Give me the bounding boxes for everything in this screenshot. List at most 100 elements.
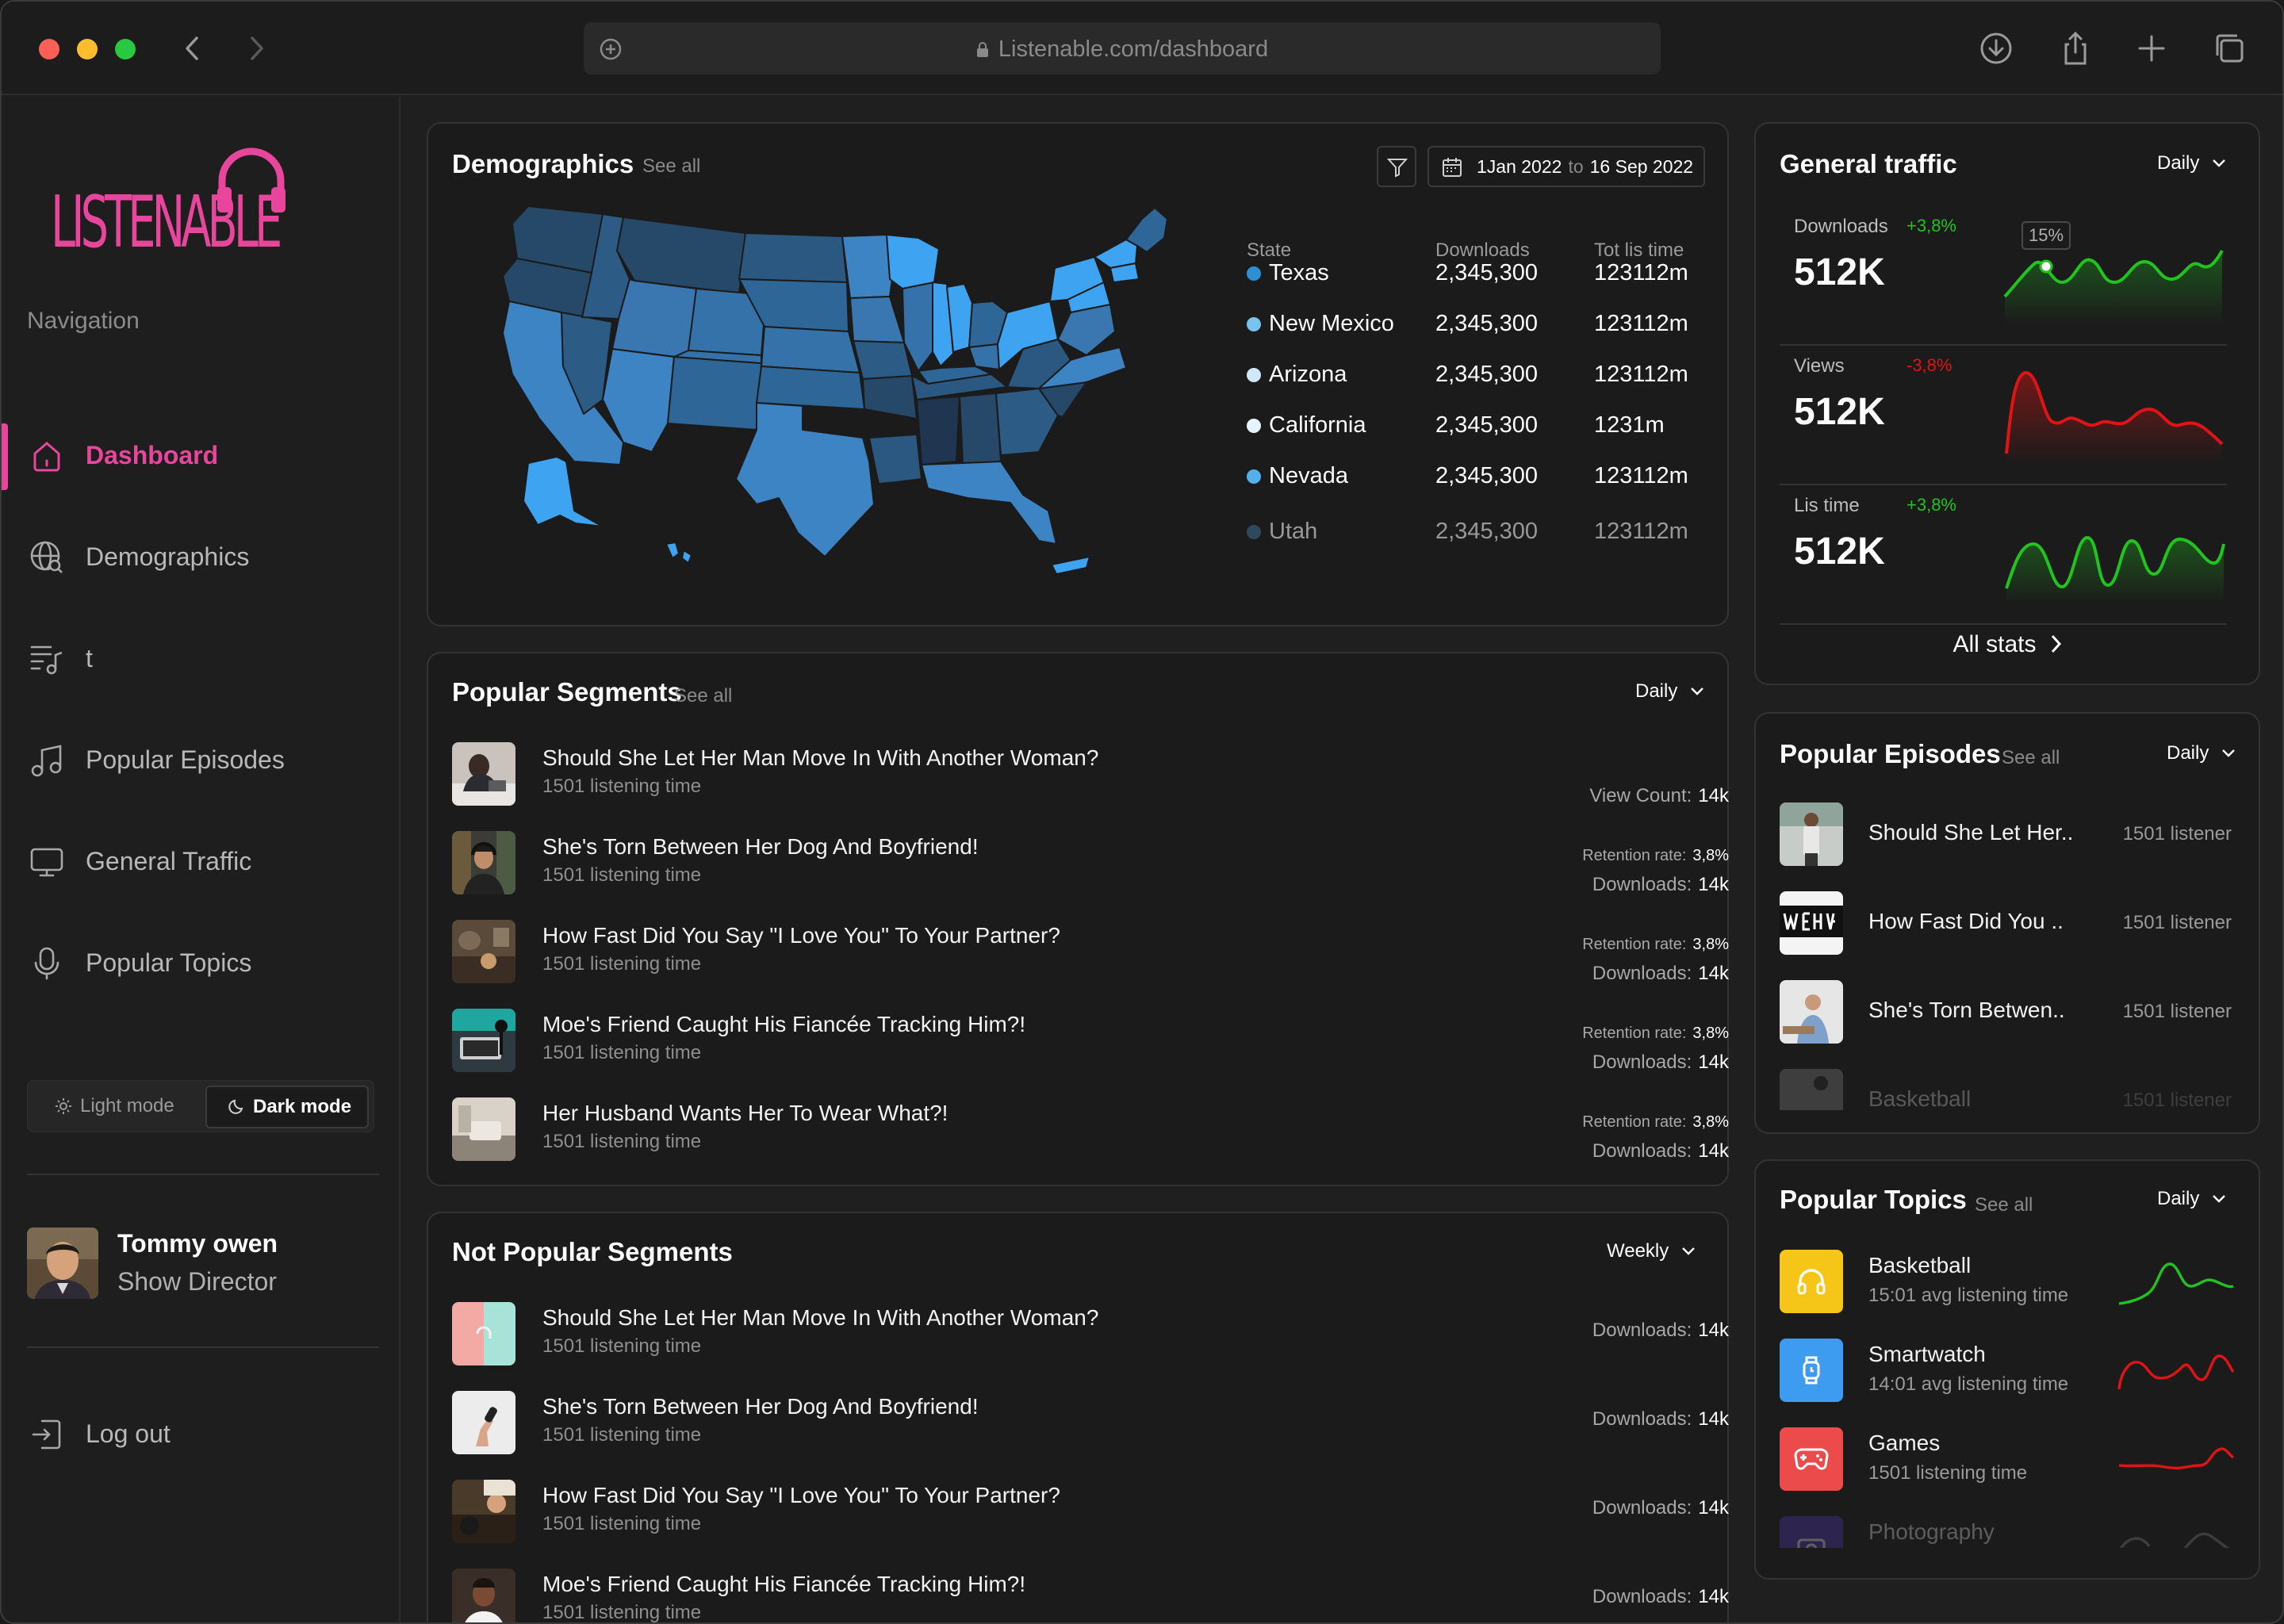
logout-button[interactable]: Log out (27, 1413, 360, 1461)
see-all-link[interactable]: See all (1975, 1194, 2033, 1216)
see-all-link[interactable]: See all (674, 685, 732, 707)
table-row[interactable]: New Mexico 2,345,300 123112m (428, 311, 1727, 362)
headphones-icon (1797, 1269, 1826, 1295)
segment-listening-time: 1501 listening time (542, 1424, 702, 1446)
avatar[interactable] (27, 1228, 98, 1299)
globe-search-icon (30, 541, 63, 573)
nav-item-demographics[interactable]: Demographics (2, 519, 400, 595)
stat-label: Retention rate: (1582, 1113, 1687, 1131)
segment-item[interactable]: Should She Let Her Man Move In With Anot… (452, 742, 1729, 825)
light-mode-label: Light mode (80, 1095, 174, 1116)
segment-item[interactable]: Moe's Friend Caught His Fiancée Tracking… (452, 1568, 1729, 1622)
kpi-views[interactable]: Views -3,8% 512K (1780, 346, 2227, 485)
divider (27, 1174, 379, 1175)
nav-item-popular-topics[interactable]: Popular Topics (2, 925, 400, 1001)
nav-item-popular-episodes[interactable]: Popular Episodes (2, 722, 400, 798)
stat-value: 3,8% (1692, 847, 1729, 864)
kpi-downloads[interactable]: Downloads +3,8% 512K 15% (1780, 206, 2227, 346)
all-stats-label: All stats (1953, 631, 2037, 657)
segment-listening-time: 1501 listening time (542, 1335, 702, 1357)
share-icon[interactable] (2057, 30, 2094, 67)
music-note-icon (31, 745, 62, 777)
address-bar[interactable]: Listenable.com/dashboard (584, 22, 1661, 75)
segment-item[interactable]: Her Husband Wants Her To Wear What?! 150… (452, 1097, 1729, 1180)
card-title: Popular Topics (1780, 1185, 1967, 1214)
segment-thumbnail (452, 1097, 515, 1161)
light-mode-button[interactable]: Light mode (34, 1086, 209, 1127)
all-stats-link[interactable]: All stats (1756, 631, 2259, 658)
table-row[interactable]: Nevada 2,345,300 123112m (428, 463, 1727, 514)
segment-item[interactable]: She's Torn Between Her Dog And Boyfriend… (452, 1391, 1729, 1473)
nav-item-label: Popular Topics (86, 948, 252, 977)
back-icon[interactable] (174, 30, 211, 67)
state-cell: Arizona (1247, 362, 1347, 388)
topic-item[interactable]: Basketball 15:01 avg listening time (1780, 1250, 2235, 1321)
segment-stat: View Count: 14k (1589, 785, 1729, 807)
tooltip-value: 15% (2029, 225, 2064, 245)
stat-label: Downloads: (1592, 1408, 1692, 1430)
minimize-window-button[interactable] (77, 39, 98, 59)
kpi-label: Lis time (1794, 495, 1860, 516)
dark-mode-label: Dark mode (253, 1096, 352, 1117)
segment-stat: Downloads: 14k (1592, 874, 1729, 896)
state-color-dot (1247, 418, 1261, 433)
nav-item-label: Demographics (86, 542, 250, 571)
nav-item-dashboard[interactable]: Dashboard (2, 417, 400, 493)
segment-thumbnail (452, 742, 515, 806)
topic-icon-tile (1780, 1339, 1843, 1402)
topic-title: Smartwatch (1868, 1342, 1986, 1366)
segment-item[interactable]: How Fast Did You Say "I Love You" To You… (452, 920, 1729, 1002)
topic-item[interactable]: Games 1501 listening time (1780, 1427, 2235, 1499)
stat-label: Downloads: (1592, 874, 1692, 895)
brand-logo[interactable]: LISTENABLE (25, 138, 295, 264)
period-dropdown[interactable]: Weekly (1607, 1240, 1696, 1262)
stat-label: Retention rate: (1582, 936, 1687, 953)
segment-stat: Downloads: 14k (1592, 1408, 1729, 1431)
forward-icon[interactable] (238, 30, 274, 67)
maximize-window-button[interactable] (115, 39, 136, 59)
state-color-dot (1247, 367, 1261, 382)
episode-item[interactable]: Basketball 1501 listener (1780, 1069, 2232, 1110)
kpi-change: +3,8% (1907, 216, 1956, 236)
stat-value: 14k (1698, 1051, 1729, 1073)
state-cell: Nevada (1247, 463, 1348, 489)
download-icon[interactable] (1978, 30, 2014, 67)
period-dropdown[interactable]: Daily (1635, 680, 1704, 703)
episode-title: Basketball (1868, 1086, 1972, 1110)
nav-item-general-traffic[interactable]: General Traffic (2, 823, 400, 899)
see-all-link[interactable]: See all (2002, 747, 2060, 769)
time-cell: 123112m (1594, 362, 1688, 387)
episode-item[interactable]: She's Torn Betwen.. 1501 listener (1780, 980, 2232, 1048)
segment-item[interactable]: Should She Let Her Man Move In With Anot… (452, 1302, 1729, 1385)
table-row[interactable]: Texas 2,345,300 123112m (428, 260, 1727, 311)
topic-item[interactable]: Photography (1780, 1516, 2235, 1548)
active-indicator (2, 423, 8, 490)
nav-heading: Navigation (27, 308, 140, 334)
table-row[interactable]: Arizona 2,345,300 123112m (428, 362, 1727, 412)
period-dropdown[interactable]: Daily (2157, 1188, 2226, 1210)
card-title: Popular Segments (452, 677, 682, 707)
new-tab-icon[interactable] (2133, 30, 2170, 67)
logout-icon (32, 1419, 61, 1450)
nav-item-t[interactable]: t (2, 620, 400, 696)
episode-item[interactable]: How Fast Did You .. 1501 listener (1780, 891, 2232, 959)
stat-value: 14k (1698, 1140, 1729, 1162)
segment-item[interactable]: How Fast Did You Say "I Love You" To You… (452, 1480, 1729, 1562)
topic-item[interactable]: Smartwatch 14:01 avg listening time (1780, 1339, 2235, 1410)
period-dropdown[interactable]: Daily (2157, 152, 2226, 174)
state-name: Texas (1269, 260, 1329, 285)
episode-item[interactable]: Should She Let Her.. 1501 listener (1780, 802, 2232, 871)
close-window-button[interactable] (39, 39, 59, 59)
tabs-overview-icon[interactable] (2211, 30, 2248, 67)
topic-title: Games (1868, 1431, 1941, 1455)
segment-item[interactable]: Moe's Friend Caught His Fiancée Tracking… (452, 1009, 1729, 1091)
dark-mode-button[interactable]: Dark mode (205, 1086, 369, 1128)
stat-value: 14k (1698, 874, 1729, 895)
state-name: Utah (1269, 519, 1318, 544)
kpi-listening-time[interactable]: Lis time +3,8% 512K (1780, 485, 2227, 625)
topic-listening-time: 15:01 avg listening time (1868, 1285, 2069, 1306)
table-row[interactable]: Utah 2,345,300 123112m (428, 519, 1727, 569)
table-row[interactable]: California 2,345,300 1231m (428, 412, 1727, 463)
segment-item[interactable]: She's Torn Between Her Dog And Boyfriend… (452, 831, 1729, 914)
period-dropdown[interactable]: Daily (2167, 742, 2236, 764)
